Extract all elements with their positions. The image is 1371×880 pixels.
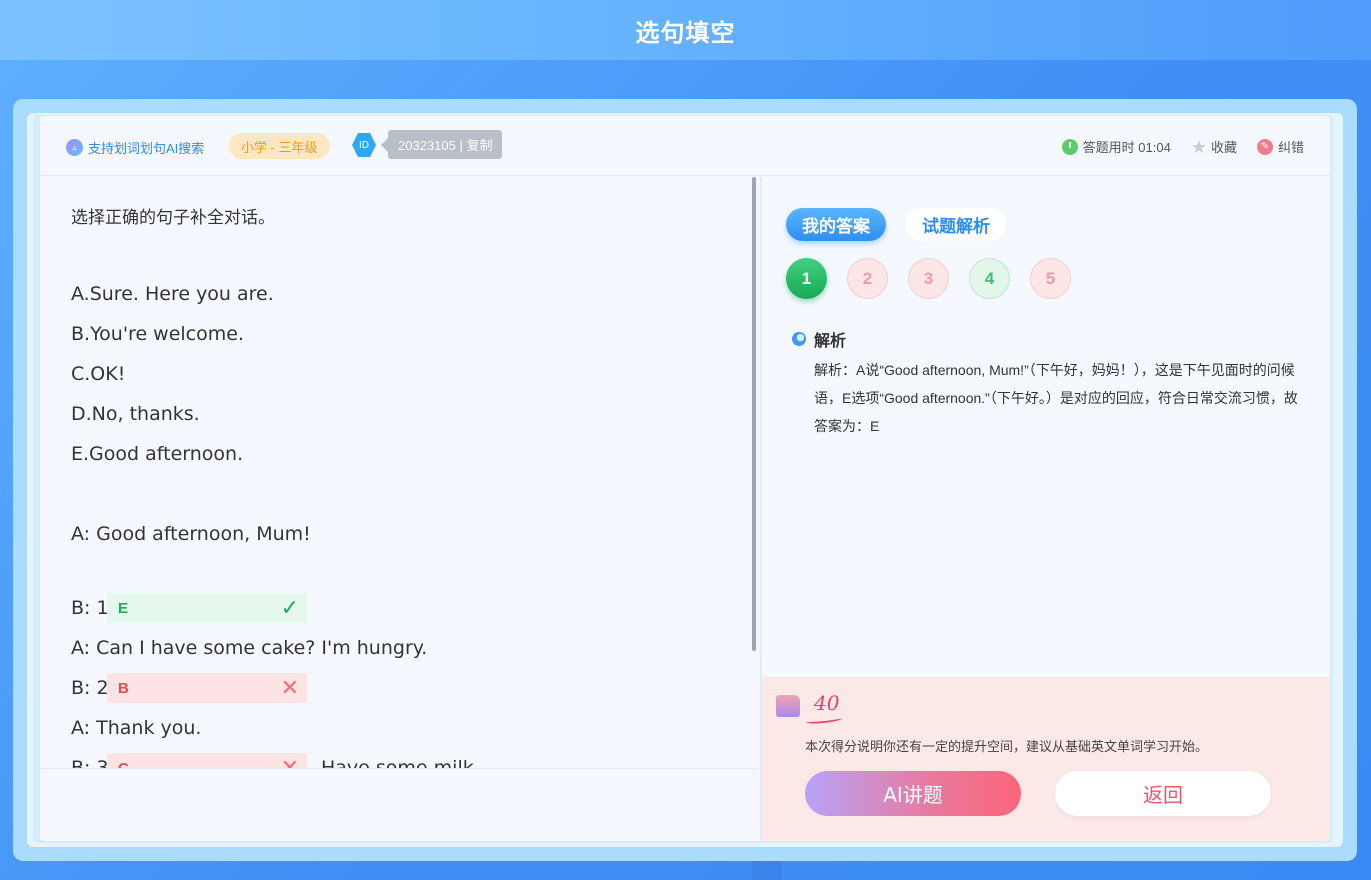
option-e: E.Good afternoon. [71,443,244,465]
blank-2-answer[interactable]: B ✕ [107,673,307,703]
cross-icon: ✕ [280,755,299,769]
score-underline [805,715,843,725]
pencil-icon: ✎ [1256,138,1273,155]
scrollbar[interactable] [752,177,756,651]
option-b: B.You're welcome. [71,323,244,345]
analysis-text: 解析：A说“Good afternoon, Mum!”（下午好，妈妈！），这是下… [814,362,1298,434]
ai-search-tip[interactable]: ▵ 支持划词划句AI搜索 [66,138,204,157]
question-number-5[interactable]: 5 [1030,258,1071,299]
ai-triangle-icon: ▵ [66,139,83,156]
question-number-4[interactable]: 4 [969,258,1010,299]
card-header: ▵ 支持划词划句AI搜索 小学 - 三年级 ID 20323105 | 复制 答… [40,116,1330,176]
question-card: ▵ 支持划词划句AI搜索 小学 - 三年级 ID 20323105 | 复制 答… [40,116,1330,841]
blank-1-value: E [118,599,129,617]
question-pane: 选择正确的句子补全对话。 A.Sure. Here you are. B.You… [40,177,760,769]
blank-1-answer[interactable]: E ✓ [107,593,307,623]
favorite-label: 收藏 [1210,140,1237,155]
question-number-1[interactable]: 1 [786,258,827,299]
report-label: 纠错 [1277,140,1304,155]
title-bar: 选句填空 [0,0,1371,60]
question-number-list: 1 2 3 4 5 [786,258,1091,299]
option-d: D.No, thanks. [71,403,200,425]
analysis-heading: 解析 [792,327,846,351]
question-footer [40,768,758,841]
clock-icon [1061,138,1078,155]
blank-3-answer[interactable]: C ✕ [107,753,307,769]
back-button[interactable]: 返回 [1055,771,1271,816]
dialogue-line-3: A: Thank you. [71,717,202,739]
id-icon: ID [352,133,376,157]
question-id-copy[interactable]: 20323105 | 复制 [380,130,503,159]
tab-my-answer[interactable]: 我的答案 [786,208,886,241]
time-label: 答题用时 01:04 [1082,140,1171,155]
dialogue-line-1: A: Good afternoon, Mum! [71,523,311,545]
dialogue-line-2: A: Can I have some cake? I'm hungry. [71,637,428,659]
analysis-title: 解析 [814,333,847,350]
check-icon: ✓ [280,595,299,620]
option-c: C.OK! [71,363,126,385]
cross-icon: ✕ [280,675,299,700]
score: 40 [814,691,840,715]
score-message: 本次得分说明你还有一定的提升空间，建议从基础英文单词学习开始。 [805,739,1209,754]
header-actions: 答题用时 01:04 ★ 收藏 ✎ 纠错 [1042,137,1304,156]
tab-analysis[interactable]: 试题解析 [906,208,1006,241]
result-panel: 40 本次得分说明你还有一定的提升空间，建议从基础英文单词学习开始。 AI讲题 … [762,677,1330,841]
report-error-button[interactable]: ✎ 纠错 [1256,137,1304,156]
page-title: 选句填空 [635,18,736,47]
option-a: A.Sure. Here you are. [71,283,274,305]
star-icon: ★ [1190,136,1207,157]
answer-time: 答题用时 01:04 [1061,137,1171,156]
ai-explain-button[interactable]: AI讲题 [805,771,1021,816]
question-number-2[interactable]: 2 [847,258,888,299]
thumbs-up-icon [776,695,800,717]
blank-2-value: B [118,679,129,697]
question-number-3[interactable]: 3 [908,258,949,299]
question-prompt: 选择正确的句子补全对话。 [71,208,275,228]
grade-badge: 小学 - 三年级 [229,133,330,159]
ai-search-label: 支持划词划句AI搜索 [88,141,205,156]
bubble-icon [792,332,806,346]
favorite-button[interactable]: ★ 收藏 [1191,137,1237,156]
answer-tabs: 我的答案 试题解析 [786,208,1026,241]
